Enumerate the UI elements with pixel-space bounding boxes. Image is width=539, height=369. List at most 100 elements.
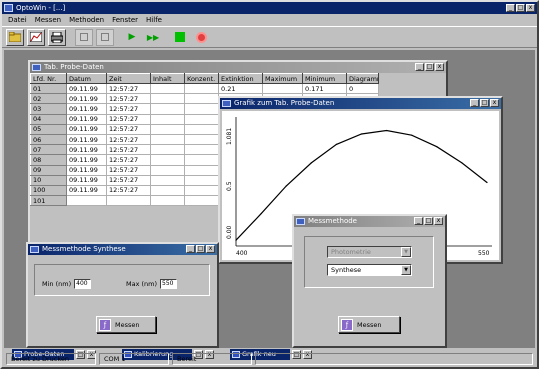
table-cell[interactable] — [184, 174, 219, 186]
dropdown-arrow-icon[interactable]: ▼ — [401, 265, 411, 275]
minimize-button[interactable]: _ — [186, 245, 195, 253]
table-cell[interactable] — [184, 82, 219, 95]
method-window-titlebar[interactable]: Messmethode _ □ x — [294, 216, 445, 227]
table-cell[interactable] — [150, 184, 185, 197]
table-cell[interactable]: 12:57:27 — [106, 133, 151, 146]
table-cell[interactable]: 12:57:27 — [106, 82, 151, 95]
column-header[interactable]: Konzent. — [184, 73, 219, 84]
table-cell[interactable]: 09.11.99 — [66, 154, 107, 166]
table-cell[interactable]: 0 — [346, 82, 379, 95]
table-cell[interactable] — [150, 154, 185, 166]
table-cell[interactable] — [150, 103, 185, 115]
table-cell[interactable]: 12:57:27 — [106, 144, 151, 156]
column-header[interactable]: Maximum — [262, 73, 303, 84]
blank-button-2[interactable] — [96, 28, 114, 46]
table-cell[interactable]: 0.171 — [302, 82, 347, 95]
table-cell[interactable] — [262, 82, 303, 95]
row-number-cell[interactable]: 03 — [30, 103, 67, 115]
print-button[interactable] — [48, 28, 66, 46]
method-measure-button[interactable]: ƒ Messen — [338, 316, 400, 333]
table-cell[interactable]: 12:57:27 — [106, 93, 151, 105]
menu-methoden[interactable]: Methoden — [69, 14, 104, 26]
table-cell[interactable] — [150, 195, 185, 207]
column-header[interactable]: Diagramm — [346, 73, 379, 84]
table-cell[interactable] — [184, 154, 219, 166]
table-cell[interactable]: 09.11.99 — [66, 103, 107, 115]
table-cell[interactable] — [184, 93, 219, 105]
column-header[interactable]: Inhalt — [150, 73, 185, 84]
minimize-button[interactable]: _ — [415, 63, 424, 71]
menu-fenster[interactable]: Fenster — [112, 14, 138, 26]
table-cell[interactable]: 09.11.99 — [66, 174, 107, 186]
row-number-cell[interactable]: 05 — [30, 123, 67, 135]
table-cell[interactable] — [184, 144, 219, 156]
min-input[interactable]: 400 — [74, 279, 92, 289]
menu-messen[interactable]: Messen — [35, 14, 61, 26]
row-number-cell[interactable]: 10 — [30, 174, 67, 186]
table-cell[interactable] — [150, 144, 185, 156]
table-cell[interactable]: 09.11.99 — [66, 184, 107, 197]
table-cell[interactable] — [150, 133, 185, 146]
column-header[interactable]: Minimum — [302, 73, 347, 84]
table-cell[interactable] — [184, 195, 219, 207]
table-cell[interactable]: 09.11.99 — [66, 144, 107, 156]
table-cell[interactable]: 09.11.99 — [66, 93, 107, 105]
close-button[interactable]: x — [435, 63, 444, 71]
table-cell[interactable] — [184, 103, 219, 115]
table-cell[interactable]: 12:57:27 — [106, 154, 151, 166]
synthesis-measure-button[interactable]: ƒ Messen — [96, 316, 156, 333]
table-cell[interactable] — [184, 133, 219, 146]
open-button[interactable] — [6, 28, 24, 46]
table-cell[interactable] — [184, 113, 219, 125]
table-cell[interactable] — [150, 93, 185, 105]
green-stop-button[interactable] — [171, 29, 189, 46]
synthesis-window-titlebar[interactable]: Messmethode Synthese _ □ x — [28, 244, 217, 255]
table-row[interactable]: 01 09.11.99 12:57:27 0.21 0.171 0 — [30, 82, 379, 95]
table-cell[interactable]: 12:57:27 — [106, 123, 151, 135]
table-cell[interactable]: 09.11.99 — [66, 82, 107, 95]
column-header[interactable]: Zeit — [106, 73, 151, 84]
method-mode-combo[interactable]: Synthese ▼ — [327, 264, 412, 276]
close-button[interactable]: x — [434, 217, 443, 225]
table-cell[interactable] — [150, 174, 185, 186]
chart-button[interactable] — [27, 28, 45, 46]
table-cell[interactable] — [150, 123, 185, 135]
table-cell[interactable] — [184, 164, 219, 176]
menu-datei[interactable]: Datei — [8, 14, 27, 26]
maximize-button[interactable]: □ — [196, 245, 205, 253]
app-titlebar[interactable]: OptoWin - [...] _ □ x — [2, 2, 537, 14]
row-number-cell[interactable]: 08 — [30, 154, 67, 166]
table-cell[interactable] — [66, 195, 107, 207]
row-number-cell[interactable]: 04 — [30, 113, 67, 125]
table-cell[interactable]: 0.21 — [218, 82, 263, 95]
table-cell[interactable]: 09.11.99 — [66, 164, 107, 176]
maximize-button[interactable]: □ — [425, 63, 434, 71]
row-number-cell[interactable]: 01 — [30, 82, 67, 95]
max-input[interactable]: 550 — [160, 279, 178, 289]
table-cell[interactable] — [150, 113, 185, 125]
close-button[interactable]: x — [490, 99, 499, 107]
maximize-button[interactable]: □ — [516, 4, 525, 12]
table-cell[interactable] — [150, 82, 185, 95]
row-number-cell[interactable]: 101 — [30, 195, 67, 207]
table-cell[interactable]: 12:57:27 — [106, 164, 151, 176]
row-number-cell[interactable]: 100 — [30, 184, 67, 197]
row-number-cell[interactable]: 07 — [30, 144, 67, 156]
table-cell[interactable] — [184, 123, 219, 135]
close-button[interactable]: x — [526, 4, 535, 12]
minimize-button[interactable]: _ — [414, 217, 423, 225]
table-cell[interactable] — [106, 195, 151, 207]
table-cell[interactable] — [150, 164, 185, 176]
row-number-cell[interactable]: 06 — [30, 133, 67, 146]
column-header[interactable]: Extinktion — [218, 73, 263, 84]
table-cell[interactable] — [184, 184, 219, 197]
dropdown-arrow-icon[interactable]: ▼ — [401, 247, 411, 257]
row-number-cell[interactable]: 02 — [30, 93, 67, 105]
minimize-button[interactable]: _ — [506, 4, 515, 12]
close-button[interactable]: x — [206, 245, 215, 253]
table-cell[interactable]: 12:57:27 — [106, 103, 151, 115]
table-cell[interactable]: 12:57:27 — [106, 174, 151, 186]
blank-button-1[interactable] — [75, 28, 93, 46]
table-window-titlebar[interactable]: Tab. Probe-Daten _ □ x — [30, 62, 446, 73]
red-record-button[interactable] — [192, 29, 210, 46]
